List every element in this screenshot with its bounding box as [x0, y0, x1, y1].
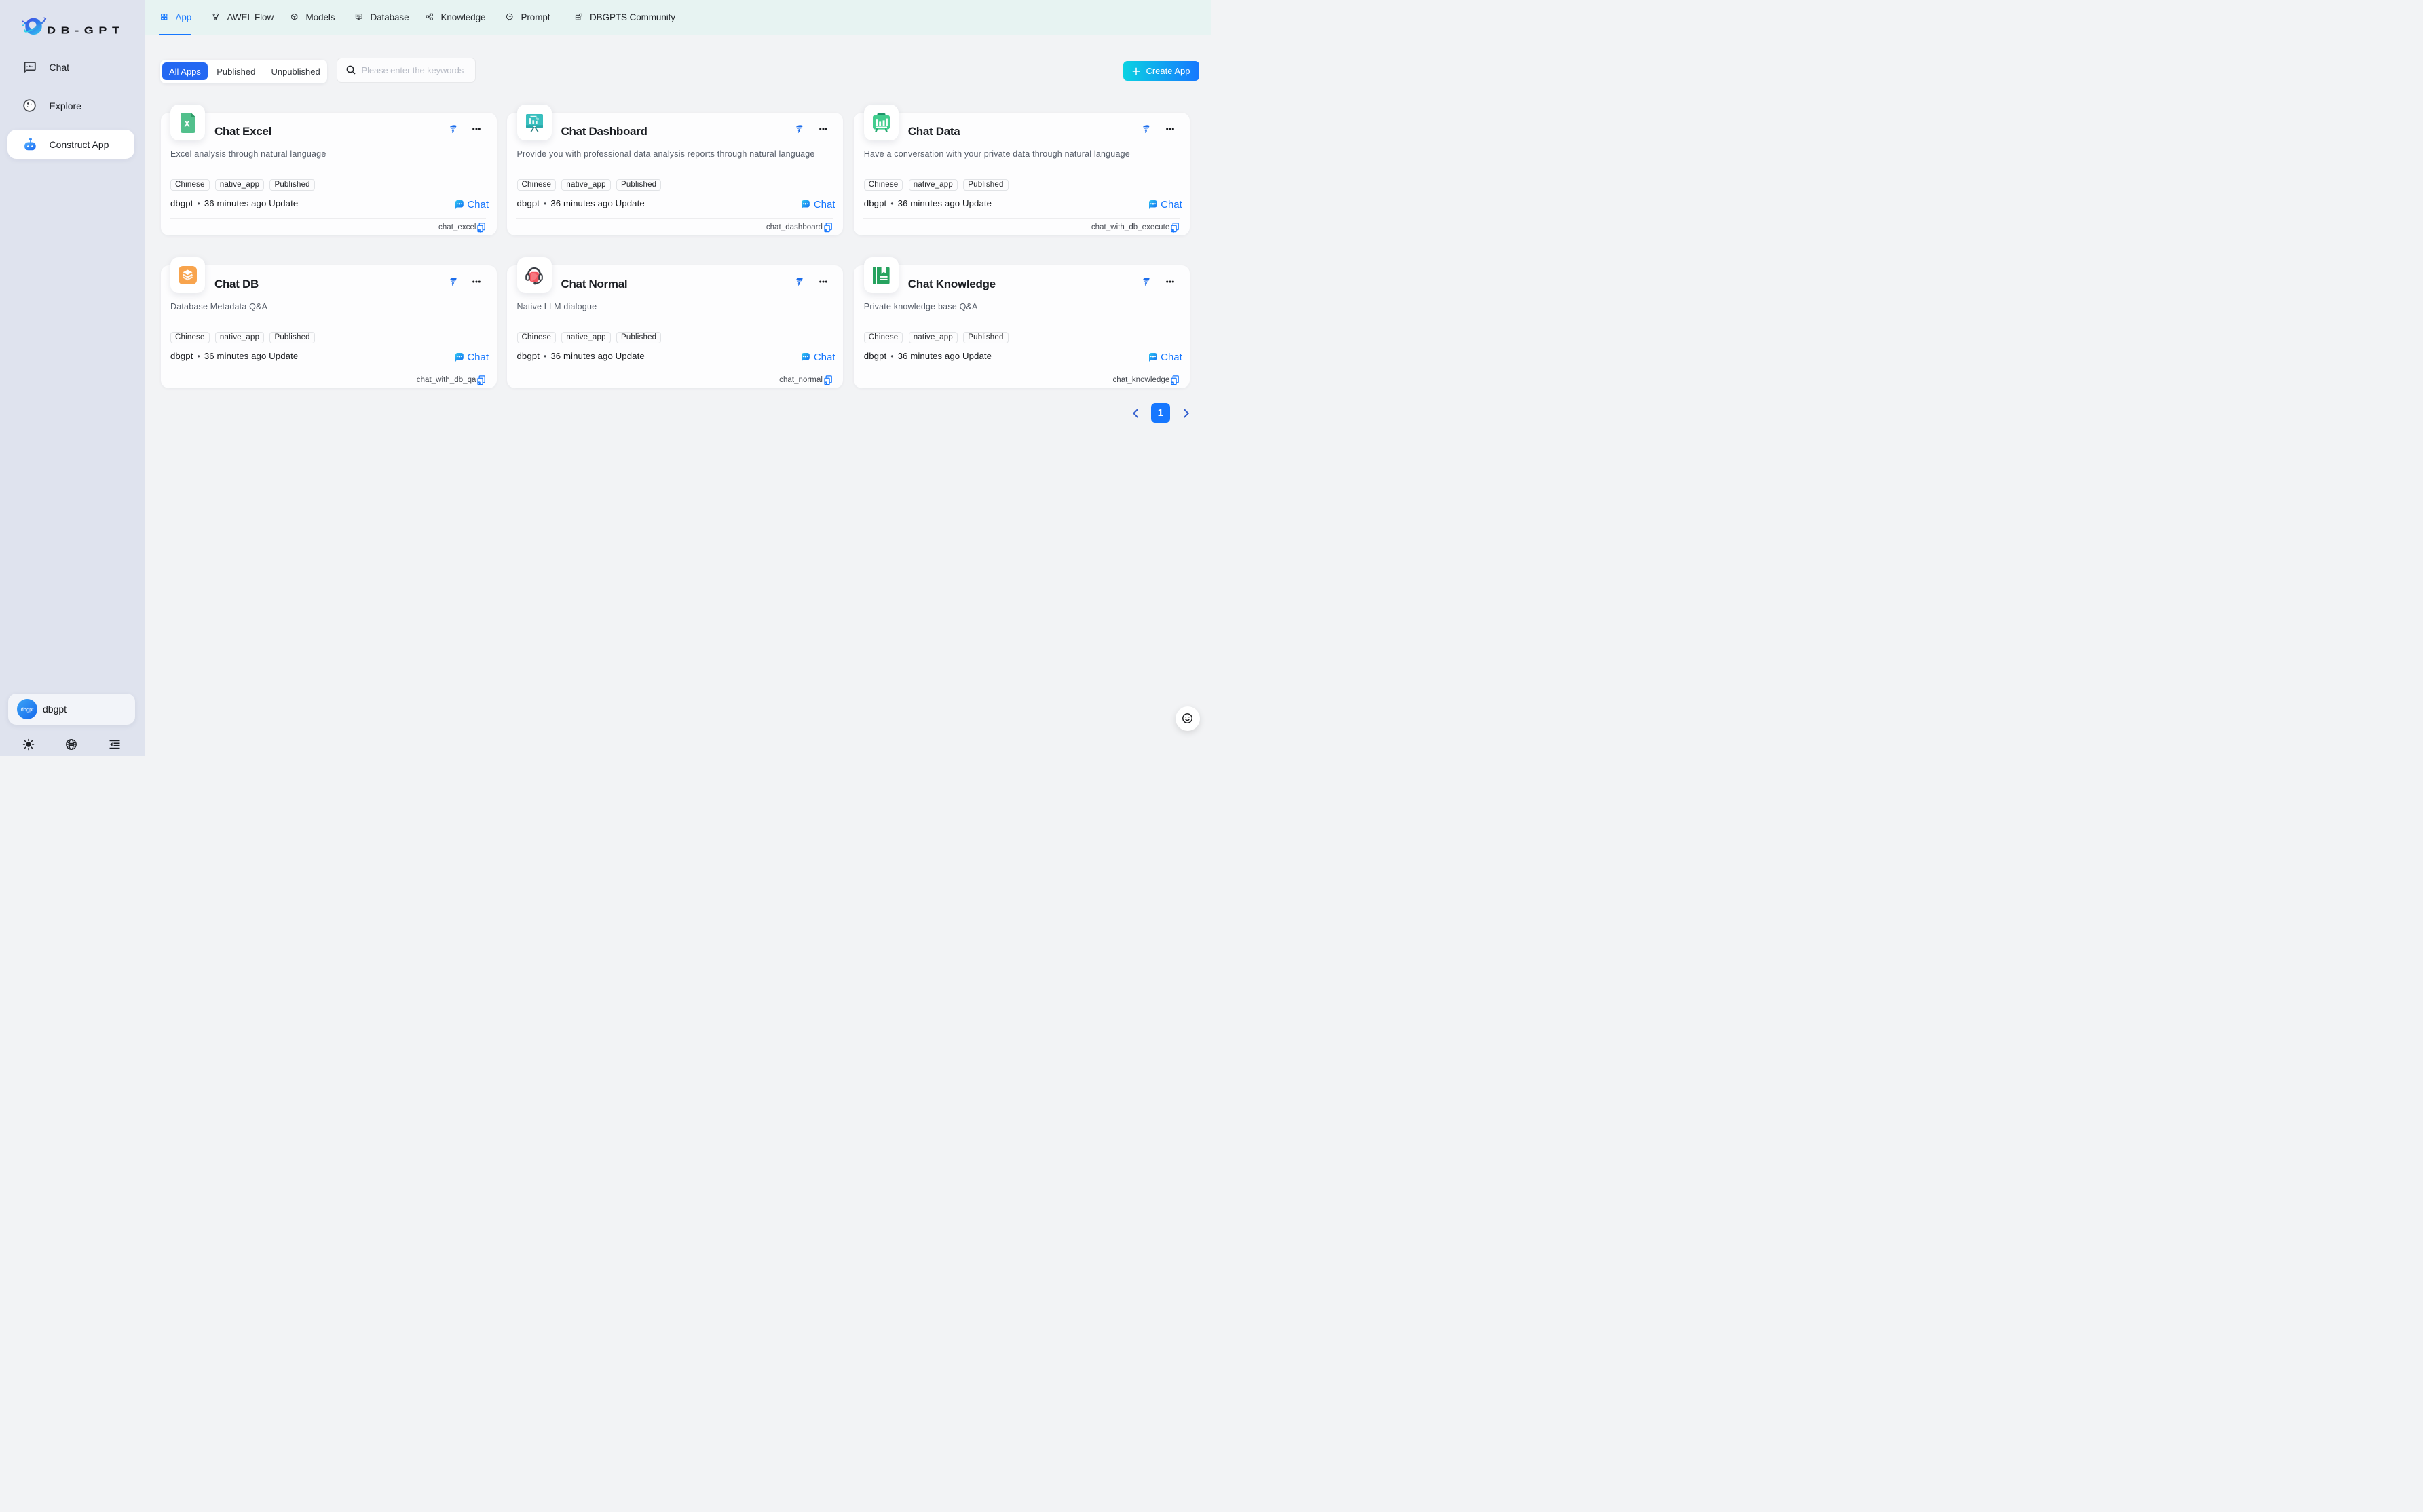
- svg-text:SQL: SQL: [356, 15, 361, 18]
